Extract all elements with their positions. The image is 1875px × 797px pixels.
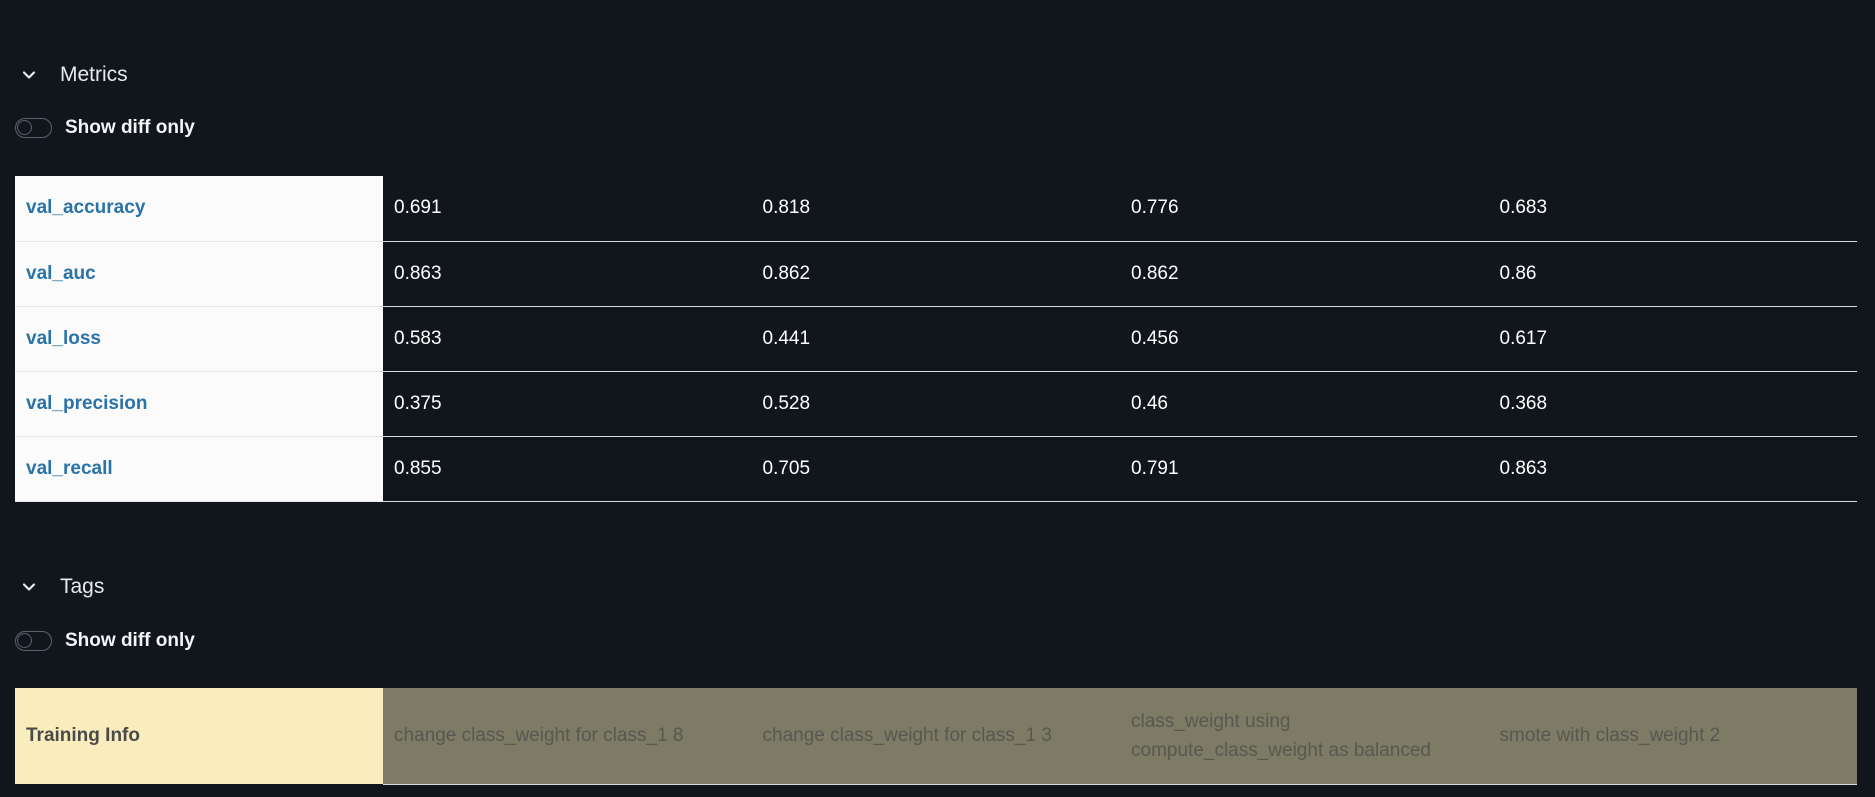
metric-name-val-recall[interactable]: val_recall <box>15 436 383 502</box>
metric-value: 0.456 <box>1120 306 1489 372</box>
tags-diff-toggle-row: Show diff only <box>15 630 195 652</box>
metric-value: 0.46 <box>1120 371 1489 437</box>
metric-value: 0.375 <box>383 371 752 437</box>
metrics-section-title: Metrics <box>60 63 128 86</box>
metric-value: 0.863 <box>1488 436 1857 502</box>
toggle-knob <box>17 120 32 135</box>
metric-value: 0.705 <box>751 436 1120 502</box>
metric-name-val-precision[interactable]: val_precision <box>15 371 383 437</box>
metric-name-val-loss[interactable]: val_loss <box>15 306 383 372</box>
metric-value: 0.683 <box>1488 176 1857 242</box>
metric-value: 0.863 <box>383 241 752 307</box>
metric-value: 0.528 <box>751 371 1120 437</box>
metric-value: 0.855 <box>383 436 752 502</box>
tag-value: change class_weight for class_1 8 <box>383 688 752 785</box>
metric-value: 0.368 <box>1488 371 1857 437</box>
metric-value: 0.617 <box>1488 306 1857 372</box>
metric-value: 0.583 <box>383 306 752 372</box>
tag-value: class_weight using compute_class_weight … <box>1120 688 1489 785</box>
metric-name-val-accuracy[interactable]: val_accuracy <box>15 176 383 242</box>
metric-value: 0.862 <box>1120 241 1489 307</box>
metric-value: 0.862 <box>751 241 1120 307</box>
metrics-diff-toggle-row: Show diff only <box>15 117 195 139</box>
table-row: val_accuracy 0.691 0.818 0.776 0.683 <box>15 176 1857 242</box>
table-row: val_auc 0.863 0.862 0.862 0.86 <box>15 241 1857 307</box>
metric-name-val-auc[interactable]: val_auc <box>15 241 383 307</box>
metric-value: 0.791 <box>1120 436 1489 502</box>
metric-value: 0.86 <box>1488 241 1857 307</box>
metric-value: 0.776 <box>1120 176 1489 242</box>
metrics-section-header[interactable]: Metrics <box>15 61 128 89</box>
tags-show-diff-label: Show diff only <box>65 630 195 651</box>
tag-name-training-info: Training Info <box>15 688 383 784</box>
table-row: Training Info change class_weight for cl… <box>15 688 1857 785</box>
table-row: val_precision 0.375 0.528 0.46 0.368 <box>15 371 1857 437</box>
table-row: val_loss 0.583 0.441 0.456 0.617 <box>15 306 1857 372</box>
metrics-show-diff-label: Show diff only <box>65 117 195 138</box>
table-row: val_recall 0.855 0.705 0.791 0.863 <box>15 436 1857 502</box>
tag-value: smote with class_weight 2 <box>1488 688 1857 785</box>
metric-value: 0.818 <box>751 176 1120 242</box>
metrics-table: val_accuracy 0.691 0.818 0.776 0.683 val… <box>15 176 1857 502</box>
tags-table: Training Info change class_weight for cl… <box>15 688 1857 785</box>
toggle-knob <box>17 633 32 648</box>
tags-section-title: Tags <box>60 575 105 598</box>
tag-value: change class_weight for class_1 3 <box>751 688 1120 785</box>
tags-section-header[interactable]: Tags <box>15 573 104 601</box>
chevron-down-icon[interactable] <box>15 61 43 89</box>
metric-value: 0.441 <box>751 306 1120 372</box>
metrics-show-diff-toggle[interactable] <box>15 118 52 138</box>
metric-value: 0.691 <box>383 176 752 242</box>
tags-show-diff-toggle[interactable] <box>15 631 52 651</box>
chevron-down-icon[interactable] <box>15 573 43 601</box>
